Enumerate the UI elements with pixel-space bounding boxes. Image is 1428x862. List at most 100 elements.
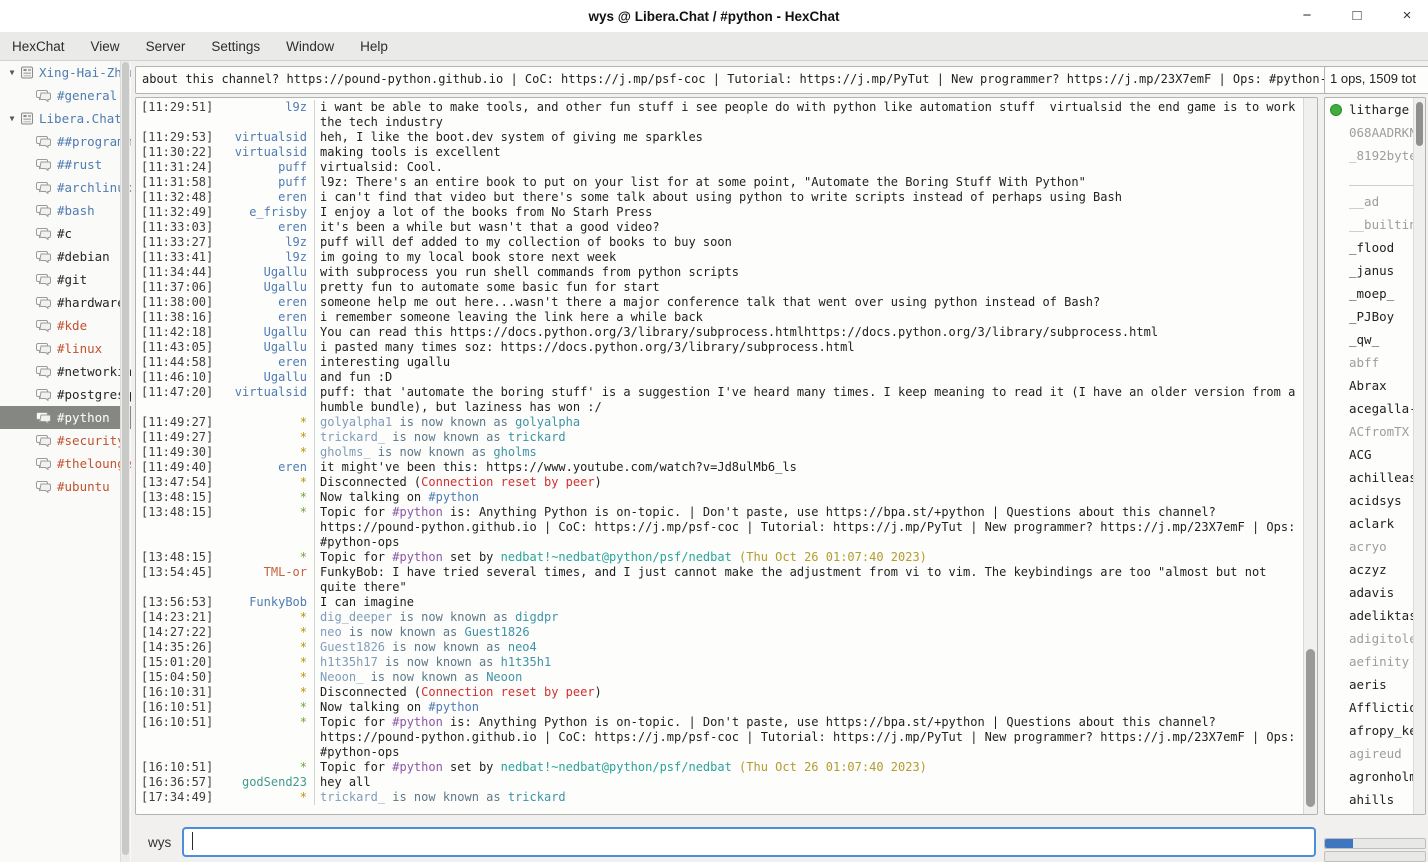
- tree-expander-icon[interactable]: ▼: [4, 114, 20, 123]
- sidebar-item--programming[interactable]: ##programming: [0, 130, 131, 153]
- user-list-rows: litharge068AADRKN_8192byte___________ad_…: [1325, 98, 1425, 815]
- event-marker: *: [215, 715, 314, 760]
- user-list-item[interactable]: acidsys: [1325, 489, 1425, 512]
- user-list-item[interactable]: _PJBoy: [1325, 305, 1425, 328]
- message-input[interactable]: [182, 827, 1316, 857]
- user-list-item[interactable]: abff: [1325, 351, 1425, 374]
- input-row: wys: [135, 826, 1316, 858]
- tree-expander-icon[interactable]: ▼: [4, 68, 20, 77]
- user-list-item[interactable]: ACfromTX: [1325, 420, 1425, 443]
- user-list-item[interactable]: 068AADRKN: [1325, 121, 1425, 144]
- user-list-item[interactable]: acegalla-: [1325, 397, 1425, 420]
- chat-line: [11:38:16]ereni remember someone leaving…: [136, 310, 1303, 325]
- sidebar-item--thelounge[interactable]: #thelounge: [0, 452, 131, 475]
- timestamp: [15:04:50]: [136, 670, 215, 685]
- user-list-item[interactable]: AhmedAmer: [1325, 811, 1425, 815]
- sidebar-item--general[interactable]: #general: [0, 84, 131, 107]
- user-list-scrollbar[interactable]: [1413, 98, 1425, 814]
- sidebar-item--bash[interactable]: #bash: [0, 199, 131, 222]
- menu-item-settings[interactable]: Settings: [211, 39, 260, 54]
- user-list-item[interactable]: acryo: [1325, 535, 1425, 558]
- channel-tree-scrollbar[interactable]: [120, 61, 130, 862]
- event-marker: *: [215, 625, 314, 640]
- sidebar-item--debian[interactable]: #debian: [0, 245, 131, 268]
- sidebar-item--python[interactable]: #python: [0, 406, 131, 429]
- channel-tree-scroll-thumb[interactable]: [122, 62, 129, 855]
- maximize-icon[interactable]: □: [1346, 0, 1368, 32]
- user-list-item[interactable]: afropy_ke: [1325, 719, 1425, 742]
- tree-label: #general: [57, 88, 117, 103]
- user-list-item[interactable]: agronholm: [1325, 765, 1425, 788]
- message-text: im going to my local book store next wee…: [314, 250, 1303, 265]
- message-text: You can read this https://docs.python.or…: [314, 325, 1303, 340]
- user-nick: _janus: [1349, 263, 1394, 278]
- sidebar-item--rust[interactable]: ##rust: [0, 153, 131, 176]
- menu-item-help[interactable]: Help: [360, 39, 388, 54]
- user-list-item[interactable]: _janus: [1325, 259, 1425, 282]
- user-list-item[interactable]: ACG: [1325, 443, 1425, 466]
- event-marker: *: [215, 655, 314, 670]
- sidebar-item--kde[interactable]: #kde: [0, 314, 131, 337]
- message-text: virtualsid: Cool.: [314, 160, 1303, 175]
- message-text: hey all: [314, 775, 1303, 790]
- chat-scrollbar[interactable]: [1303, 98, 1317, 814]
- user-list-item[interactable]: aefinity: [1325, 650, 1425, 673]
- user-list-item[interactable]: _________: [1325, 167, 1425, 190]
- message-text: I can imagine: [314, 595, 1303, 610]
- user-list-item[interactable]: __ad: [1325, 190, 1425, 213]
- channel-icon: [36, 388, 52, 401]
- nick: eren: [215, 220, 314, 235]
- sidebar-item--hardware[interactable]: #hardware: [0, 291, 131, 314]
- chat-line: [17:34:49]*trickard_ is now known as tri…: [136, 790, 1303, 805]
- user-list-item[interactable]: ahills: [1325, 788, 1425, 811]
- user-list-item[interactable]: aclark: [1325, 512, 1425, 535]
- sidebar-network-libera-chat[interactable]: ▼Libera.Chat: [0, 107, 131, 130]
- sidebar-item--networking[interactable]: #networking: [0, 360, 131, 383]
- sidebar-item--security[interactable]: #security: [0, 429, 131, 452]
- menu-item-hexchat[interactable]: HexChat: [12, 39, 65, 54]
- user-list-item[interactable]: Abrax: [1325, 374, 1425, 397]
- user-list-item[interactable]: Afflictio: [1325, 696, 1425, 719]
- user-list-item[interactable]: adavis: [1325, 581, 1425, 604]
- timestamp: [16:10:51]: [136, 760, 215, 775]
- sidebar-item--ubuntu[interactable]: #ubuntu: [0, 475, 131, 498]
- menu-item-server[interactable]: Server: [146, 39, 186, 54]
- sidebar-item--c[interactable]: #c: [0, 222, 131, 245]
- user-list-item[interactable]: _moep_: [1325, 282, 1425, 305]
- timestamp: [13:47:54]: [136, 475, 215, 490]
- tree-label: #bash: [57, 203, 95, 218]
- sidebar-network-xing-hai-zhan[interactable]: ▼Xing-Hai-Zhan: [0, 61, 131, 84]
- user-list-item[interactable]: _8192byte: [1325, 144, 1425, 167]
- timestamp: [13:54:45]: [136, 565, 215, 595]
- title-bar: wys @ Libera.Chat / #python - HexChat − …: [0, 0, 1428, 32]
- sidebar-item--postgresql[interactable]: #postgresql: [0, 383, 131, 406]
- user-list-item[interactable]: adeliktas: [1325, 604, 1425, 627]
- nick: eren: [215, 460, 314, 475]
- sidebar-item--linux[interactable]: #linux: [0, 337, 131, 360]
- user-list-item[interactable]: _flood: [1325, 236, 1425, 259]
- tree-label: ##rust: [57, 157, 102, 172]
- timestamp: [11:29:53]: [136, 130, 215, 145]
- close-icon[interactable]: ×: [1396, 0, 1418, 32]
- user-list-item[interactable]: __builtin: [1325, 213, 1425, 236]
- sidebar-item--git[interactable]: #git: [0, 268, 131, 291]
- user-list-item[interactable]: agireud: [1325, 742, 1425, 765]
- user-list-item[interactable]: litharge: [1325, 98, 1425, 121]
- topic-bar[interactable]: about this channel? https://pound-python…: [135, 66, 1330, 94]
- sidebar-item--archlinux[interactable]: #archlinux: [0, 176, 131, 199]
- user-list-scroll-thumb[interactable]: [1416, 102, 1423, 146]
- menu-item-view[interactable]: View: [91, 39, 120, 54]
- user-list-item[interactable]: adigitole: [1325, 627, 1425, 650]
- op-status-icon: [1330, 104, 1342, 116]
- user-list-item[interactable]: aczyz: [1325, 558, 1425, 581]
- menu-item-window[interactable]: Window: [286, 39, 334, 54]
- minimize-icon[interactable]: −: [1296, 0, 1318, 32]
- tree-label: #python: [57, 410, 110, 425]
- message-text: gholms_ is now known as gholms: [314, 445, 1303, 460]
- user-list-item[interactable]: _qw_: [1325, 328, 1425, 351]
- timestamp: [11:49:27]: [136, 430, 215, 445]
- user-list-item[interactable]: aeris: [1325, 673, 1425, 696]
- chat-scroll-thumb[interactable]: [1306, 649, 1315, 807]
- message-text: l9z: There's an entire book to put on yo…: [314, 175, 1303, 190]
- user-list-item[interactable]: achilleas: [1325, 466, 1425, 489]
